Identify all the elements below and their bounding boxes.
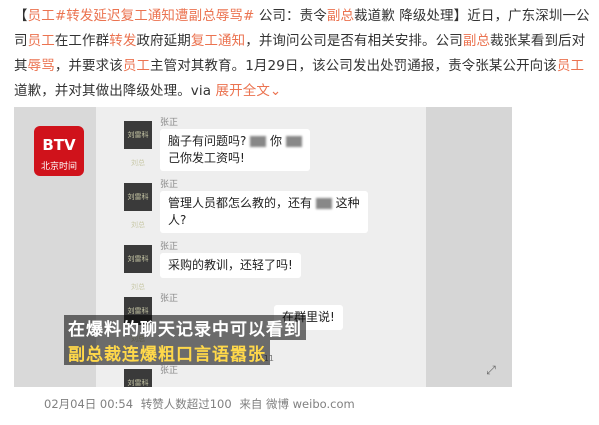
keyword-highlight[interactable]: 员工	[557, 58, 584, 74]
post-fragment: 在工作群	[54, 33, 110, 49]
post-text: 【员工#转发延迟复工通知遭副总辱骂# 公司：责令副总裁道歉 降级处理】近日，广东…	[14, 4, 592, 104]
post-fragment: 公司：责令	[254, 8, 327, 24]
post-source[interactable]: 来自 微博 weibo.com	[239, 397, 354, 411]
sender-name: 张正	[160, 242, 179, 252]
message-line: 人?	[168, 213, 187, 227]
redacted-block	[250, 136, 267, 147]
subtitle-line-2: 副总裁连爆粗口言语嚣张	[64, 340, 270, 365]
keyword-highlight[interactable]: 辱骂	[28, 58, 55, 74]
message-bubble: 脑子有问题吗? 你 己你发工资吗!	[160, 129, 310, 171]
message-bubble: 管理人员都怎么教的，还有 这种 人?	[160, 191, 368, 233]
avatar: 刘雷科 刘总	[124, 121, 152, 167]
sender-name: 张正	[160, 180, 179, 190]
keyword-highlight[interactable]: 员工	[28, 33, 55, 49]
video-player[interactable]: 刘雷科 刘总 张正 脑子有问题吗? 你 己你发工资吗! 刘雷科 刘总 张正 管理…	[14, 107, 512, 387]
bracket-open: 【	[14, 8, 28, 24]
keyword-highlight[interactable]: 员工	[123, 58, 150, 74]
keyword-highlight[interactable]: 副总	[327, 8, 354, 24]
post-fragment: ，并要求该	[54, 58, 123, 74]
message-line: 己你发工资吗!	[168, 151, 245, 165]
expand-label: 展开全文	[215, 83, 270, 99]
post-fragment: 政府延期	[136, 33, 191, 49]
message-line: 脑子有问题吗?	[168, 134, 247, 148]
sender-name: 张正	[160, 294, 179, 304]
keyword-highlight[interactable]: 副总	[463, 33, 490, 49]
message-bubble: 采购的教训，还轻了吗!	[160, 253, 301, 278]
post-meta: 02月04日 00:54 转赞人数超过100 来自 微博 weibo.com	[44, 396, 359, 412]
subtitle-line-1: 在爆料的聊天记录中可以看到	[64, 315, 306, 340]
avatar: 刘雷科 刘总	[124, 183, 152, 229]
chevron-down-icon: ⌄	[269, 83, 282, 99]
fullscreen-icon[interactable]: ⤢	[484, 363, 498, 377]
sender-name: 张正	[160, 118, 179, 128]
keyword-highlight[interactable]: 复工通知	[191, 33, 245, 49]
redacted-block	[285, 136, 302, 147]
post-fragment: ，并询问公司是否有相关安排。公司	[245, 33, 463, 49]
expand-full-text-link[interactable]: 展开全文⌄	[216, 83, 282, 99]
topic-link[interactable]: #转发延迟复工通知遭副总辱骂#	[55, 8, 255, 24]
keyword-highlight[interactable]: 员工	[28, 8, 55, 24]
message-word: 你	[270, 134, 283, 148]
avatar: 刘雷科 刘总	[124, 245, 152, 291]
post-date[interactable]: 02月04日 00:54	[44, 397, 133, 411]
message-line: 管理人员都怎么教的，还有	[168, 196, 313, 210]
video-edge-right	[426, 107, 512, 387]
keyword-highlight[interactable]: 转发	[109, 33, 136, 49]
redacted-block	[315, 198, 332, 209]
post-fragment: 道歉，并对其做出降级处理。via	[14, 83, 216, 99]
logo-text: BTV	[42, 136, 76, 154]
btv-logo: BTV 北京时间	[34, 126, 84, 176]
message-word: 这种	[335, 196, 360, 210]
repost-count: 转赞人数超过100	[140, 397, 232, 411]
logo-subtitle: 北京时间	[40, 162, 77, 172]
avatar: 刘雷科 刘总	[124, 369, 152, 387]
post-fragment: 主管对其教育。1月29日，该公司发出处罚通报，责令张某公开向该	[150, 58, 557, 74]
